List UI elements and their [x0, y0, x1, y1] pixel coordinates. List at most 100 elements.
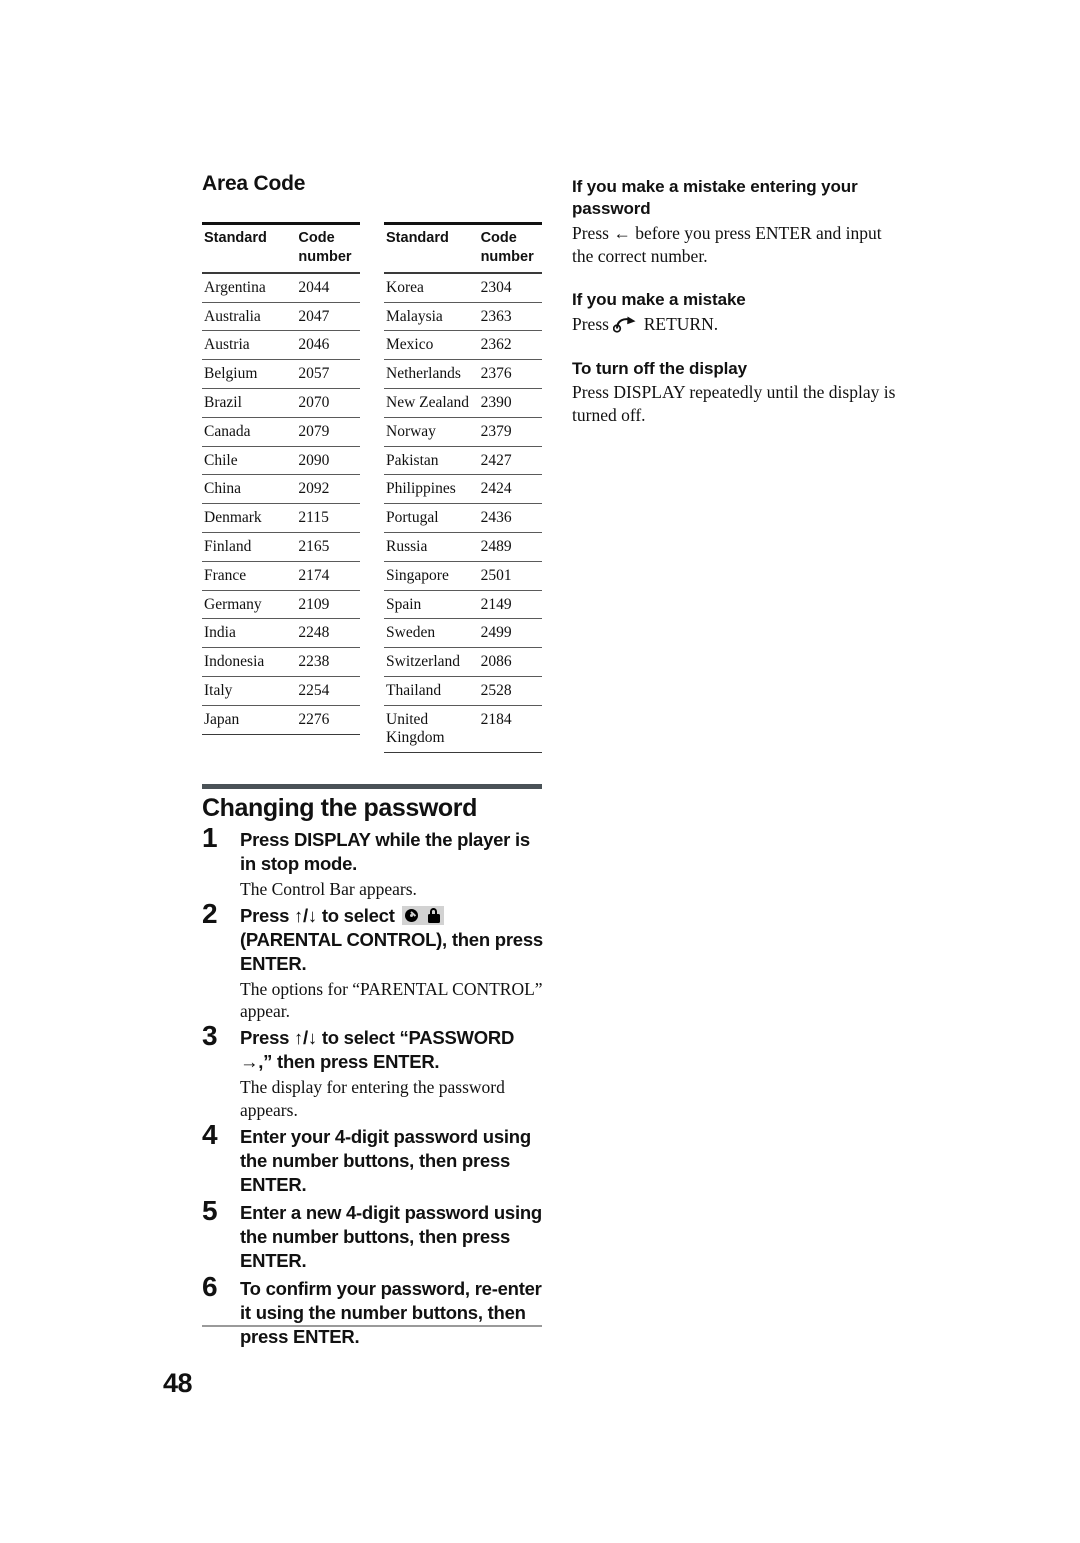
cell-standard: Netherlands [384, 359, 481, 389]
cell-standard: Korea [384, 272, 481, 303]
area-code-section: Area Code [202, 172, 542, 212]
cell-standard: United Kingdom [384, 705, 481, 753]
table-row: Japan 2276 [202, 705, 360, 735]
table-row: Philippines 2424 [384, 474, 542, 505]
cell-code-number: 2086 [480, 647, 542, 678]
note-body: Press RETURN. [572, 313, 906, 336]
cell-standard: Austria [202, 330, 299, 361]
note-body-prefix: Press [572, 313, 614, 334]
cell-code-number: 2436 [480, 503, 542, 533]
table-row: Netherlands 2376 [384, 359, 542, 389]
table-row: Canada 2079 [202, 417, 360, 447]
lock-icon [427, 908, 440, 924]
changing-password-steps: 1 Press DISPLAY while the player is in s… [202, 824, 546, 1353]
table-row: Brazil 2070 [202, 388, 360, 418]
table-body: Korea 2304 Malaysia 2363 Mexico 2362 Netherlan… [384, 272, 542, 753]
left-arrow-icon: ← [613, 222, 631, 243]
step-item: 3 Press ↑/↓ to select “PASSWORD →,” then… [202, 1022, 546, 1120]
table-row: India 2248 [202, 618, 360, 649]
cell-standard: Malaysia [384, 302, 481, 332]
table-row: Argentina 2044 [202, 272, 360, 303]
cell-standard: Singapore [384, 561, 481, 591]
cell-standard: Chile [202, 446, 299, 476]
table-header-row: Standard Code number [202, 221, 360, 274]
step-number: 1 [202, 822, 218, 853]
step-item: 1 Press DISPLAY while the player is in s… [202, 824, 546, 900]
table: Standard Code number Argentina 2044 Austra… [202, 221, 360, 735]
area-code-title: Area Code [202, 172, 306, 195]
cell-code-number: 2499 [480, 618, 542, 649]
cell-standard: Thailand [384, 676, 481, 706]
cell-standard: Mexico [384, 330, 481, 361]
cell-standard: Australia [202, 302, 299, 332]
code-header-line1: Code [480, 230, 517, 246]
column-header-standard: Standard [202, 221, 299, 274]
cell-standard: Japan [202, 705, 299, 735]
cell-standard: Finland [202, 532, 299, 562]
table-row: Mexico 2362 [384, 330, 542, 361]
code-header-line2: number [298, 248, 352, 265]
cell-code-number: 2109 [298, 590, 360, 620]
cell-code-number: 2362 [480, 330, 542, 361]
table-row: Germany 2109 [202, 590, 360, 620]
cell-code-number: 2238 [298, 647, 360, 678]
step-number: 2 [202, 898, 218, 930]
cell-standard: Canada [202, 417, 299, 447]
note-heading: To turn off the display [572, 358, 747, 378]
cell-code-number: 2149 [480, 590, 542, 620]
cell-code-number: 2057 [298, 359, 360, 389]
table-row: Portugal 2436 [384, 503, 542, 533]
table-row: Austria 2046 [202, 330, 360, 361]
cell-standard: Brazil [202, 388, 299, 418]
table-row: Belgium 2057 [202, 359, 360, 389]
cell-code-number: 2424 [480, 474, 542, 505]
cell-code-number: 2489 [480, 532, 542, 562]
cell-code-number: 2044 [298, 272, 360, 303]
cell-standard: China [202, 474, 299, 505]
note-body-suffix: RETURN. [639, 313, 719, 334]
code-header-line1: Code [298, 230, 335, 246]
cell-code-number: 2248 [298, 618, 360, 649]
section-title: Changing the password [202, 794, 477, 822]
note-body: Press DISPLAY repeatedly until the displ… [572, 382, 896, 425]
changing-password-section-header: Changing the password [202, 784, 542, 823]
table-row: Singapore 2501 [384, 561, 542, 591]
notes-column: If you make a mistake entering your pass… [572, 176, 906, 427]
step-number: 5 [202, 1194, 218, 1226]
cell-code-number: 2304 [480, 272, 542, 303]
page-number: 48 [163, 1368, 193, 1398]
cell-code-number: 2079 [298, 417, 360, 447]
note-block-turn-off-display: To turn off the display Press DISPLAY re… [572, 358, 906, 427]
step-text: Press ↑/↓ to select (PARENTAL CONTROL), … [240, 904, 546, 976]
table-body: Argentina 2044 Australia 2047 Austria 2046 Bel… [202, 272, 360, 735]
disc-icon [404, 909, 418, 923]
table-row: New Zealand 2390 [384, 388, 542, 418]
step-text: Enter your 4-digit password using the nu… [240, 1125, 531, 1195]
table-row: Finland 2165 [202, 532, 360, 562]
cell-code-number: 2427 [480, 446, 542, 476]
step-text: Enter a new 4-digit password using the n… [240, 1201, 542, 1271]
cell-code-number: 2090 [298, 446, 360, 476]
manual-page: Area Code Standard Code number Argentina… [0, 0, 1080, 1543]
cell-standard: Philippines [384, 474, 481, 505]
step-text: To confirm your password, re-enter it us… [240, 1277, 542, 1347]
cell-standard: Italy [202, 676, 299, 706]
note-heading: If you make a mistake [572, 290, 746, 310]
table-row: Thailand 2528 [384, 676, 542, 706]
step-note: The Control Bar appears. [240, 879, 417, 900]
cell-code-number: 2501 [480, 561, 542, 591]
step-item: 2 Press ↑/↓ to select (PARENTAL CONTROL)… [202, 900, 546, 1022]
cell-standard: Spain [384, 590, 481, 620]
cell-code-number: 2379 [480, 417, 542, 447]
cell-standard: Portugal [384, 503, 481, 533]
step-note: The options for “PARENTAL CONTROL” appea… [240, 979, 543, 1022]
note-heading: If you make a mistake entering your pass… [572, 177, 858, 219]
column-header-code-number: Code number [480, 221, 542, 274]
table-row: United Kingdom 2184 [384, 705, 542, 753]
cell-standard: Indonesia [202, 647, 299, 678]
cell-standard: Belgium [202, 359, 299, 389]
table-row: Switzerland 2086 [384, 647, 542, 678]
cell-code-number: 2174 [298, 561, 360, 591]
section-rule [202, 784, 542, 789]
cell-code-number: 2376 [480, 359, 542, 389]
